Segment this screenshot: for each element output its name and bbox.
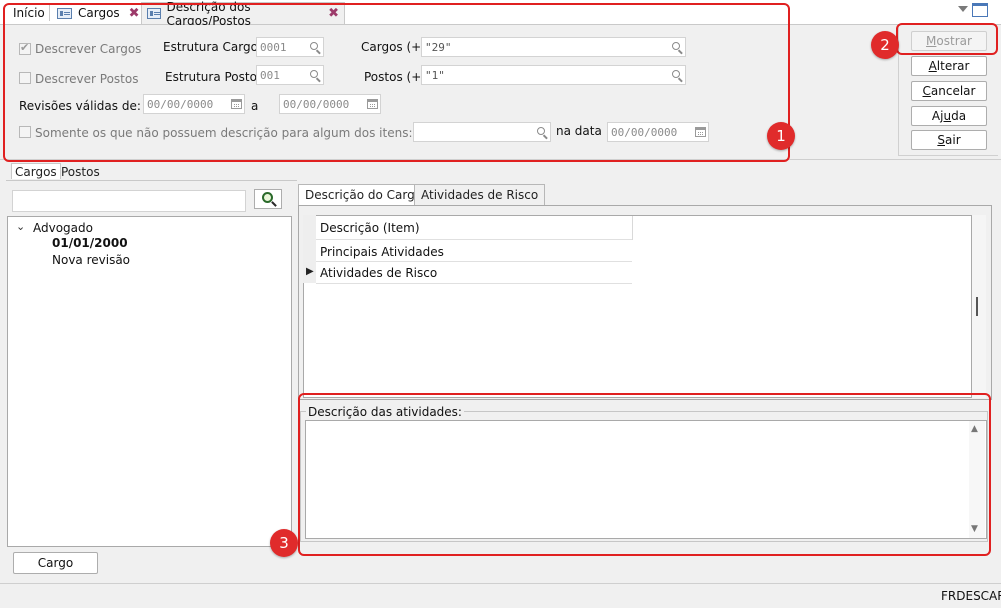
- tab-list-dropdown-icon[interactable]: [958, 6, 968, 12]
- ajuda-button[interactable]: Ajuda: [911, 106, 987, 126]
- tree-node-root[interactable]: Advogado: [33, 221, 93, 235]
- row-divider: [316, 239, 632, 240]
- btn-hotkey: u: [943, 109, 952, 123]
- items-grid: [303, 215, 972, 398]
- divider: [6, 180, 297, 181]
- btn-text-rest: lterar: [936, 59, 970, 73]
- tab-descricao-do-cargo[interactable]: Descrição do Cargo: [298, 184, 430, 206]
- grid-row[interactable]: Principais Atividades: [320, 245, 444, 259]
- right-tab-label: Atividades de Risco: [421, 188, 539, 202]
- cargo-button-label: Cargo: [37, 556, 74, 570]
- scrollbar-thumb[interactable]: [976, 297, 978, 316]
- tab-cargos-side[interactable]: Cargos: [11, 163, 61, 179]
- btn-text-rest: ancelar: [930, 84, 976, 98]
- side-tab-label: Cargos: [15, 165, 57, 179]
- side-tab-label: Postos: [61, 165, 100, 179]
- cancelar-button[interactable]: Cancelar: [911, 81, 987, 101]
- annotation-badge-2: 2: [871, 31, 899, 59]
- btn-hotkey: C: [922, 84, 931, 98]
- tree-search-input[interactable]: [12, 190, 246, 212]
- status-form-code: FRDESCAR: [941, 589, 1001, 603]
- maximize-window-icon[interactable]: [972, 3, 988, 17]
- tree-panel: [7, 216, 292, 547]
- btn-hotkey: S: [937, 133, 945, 147]
- tab-postos-side[interactable]: Postos: [58, 164, 103, 180]
- zoom-icon-handle: [271, 201, 277, 207]
- row-divider: [316, 261, 632, 262]
- grid-header[interactable]: Descrição (Item): [320, 221, 420, 235]
- annotation-box-2: [896, 23, 998, 55]
- chevron-down-icon[interactable]: ⌄: [16, 220, 25, 233]
- annotation-box-3: [298, 393, 991, 556]
- btn-text-pre: Aj: [931, 109, 944, 123]
- btn-text-rest: air: [945, 133, 961, 147]
- btn-text-rest: da: [951, 109, 967, 123]
- tab-atividades-de-risco[interactable]: Atividades de Risco: [414, 184, 546, 206]
- cargo-button[interactable]: Cargo: [13, 552, 98, 574]
- grid-scrollbar[interactable]: [972, 215, 986, 398]
- row-divider: [316, 283, 632, 284]
- grid-row-selected[interactable]: Atividades de Risco: [320, 266, 437, 280]
- btn-hotkey: A: [928, 59, 937, 73]
- status-bar: FRDESCAR: [0, 583, 1001, 608]
- annotation-badge-3: 3: [270, 529, 298, 557]
- column-divider: [632, 216, 633, 240]
- zoom-search-button[interactable]: [254, 189, 282, 209]
- alterar-button[interactable]: Alterar: [911, 56, 987, 76]
- row-pointer-icon: ▶: [306, 266, 314, 277]
- annotation-badge-1: 1: [767, 122, 795, 150]
- sair-button[interactable]: Sair: [911, 130, 987, 150]
- annotation-box-1: [3, 3, 790, 162]
- tree-node-revision[interactable]: Nova revisão: [52, 253, 130, 267]
- right-tab-label: Descrição do Cargo: [305, 188, 423, 202]
- tree-node-date[interactable]: 01/01/2000: [52, 236, 128, 250]
